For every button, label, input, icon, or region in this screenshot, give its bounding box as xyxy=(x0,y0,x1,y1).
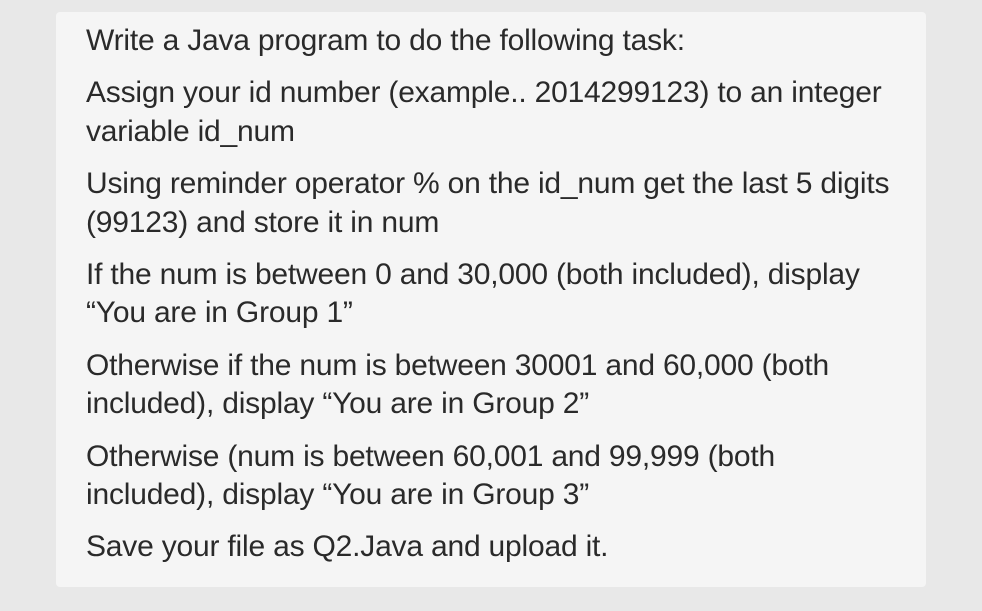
paragraph-assign: Assign your id number (example.. 2014299… xyxy=(86,74,896,151)
paragraph-group1: If the num is between 0 and 30,000 (both… xyxy=(86,256,896,333)
paragraph-reminder: Using reminder operator % on the id_num … xyxy=(86,165,896,242)
paragraph-intro: Write a Java program to do the following… xyxy=(86,22,896,60)
paragraph-group2: Otherwise if the num is between 30001 an… xyxy=(86,347,896,424)
paragraph-save: Save your file as Q2.Java and upload it. xyxy=(86,528,896,566)
document-container: Write a Java program to do the following… xyxy=(56,12,926,587)
paragraph-group3: Otherwise (num is between 60,001 and 99,… xyxy=(86,438,896,515)
